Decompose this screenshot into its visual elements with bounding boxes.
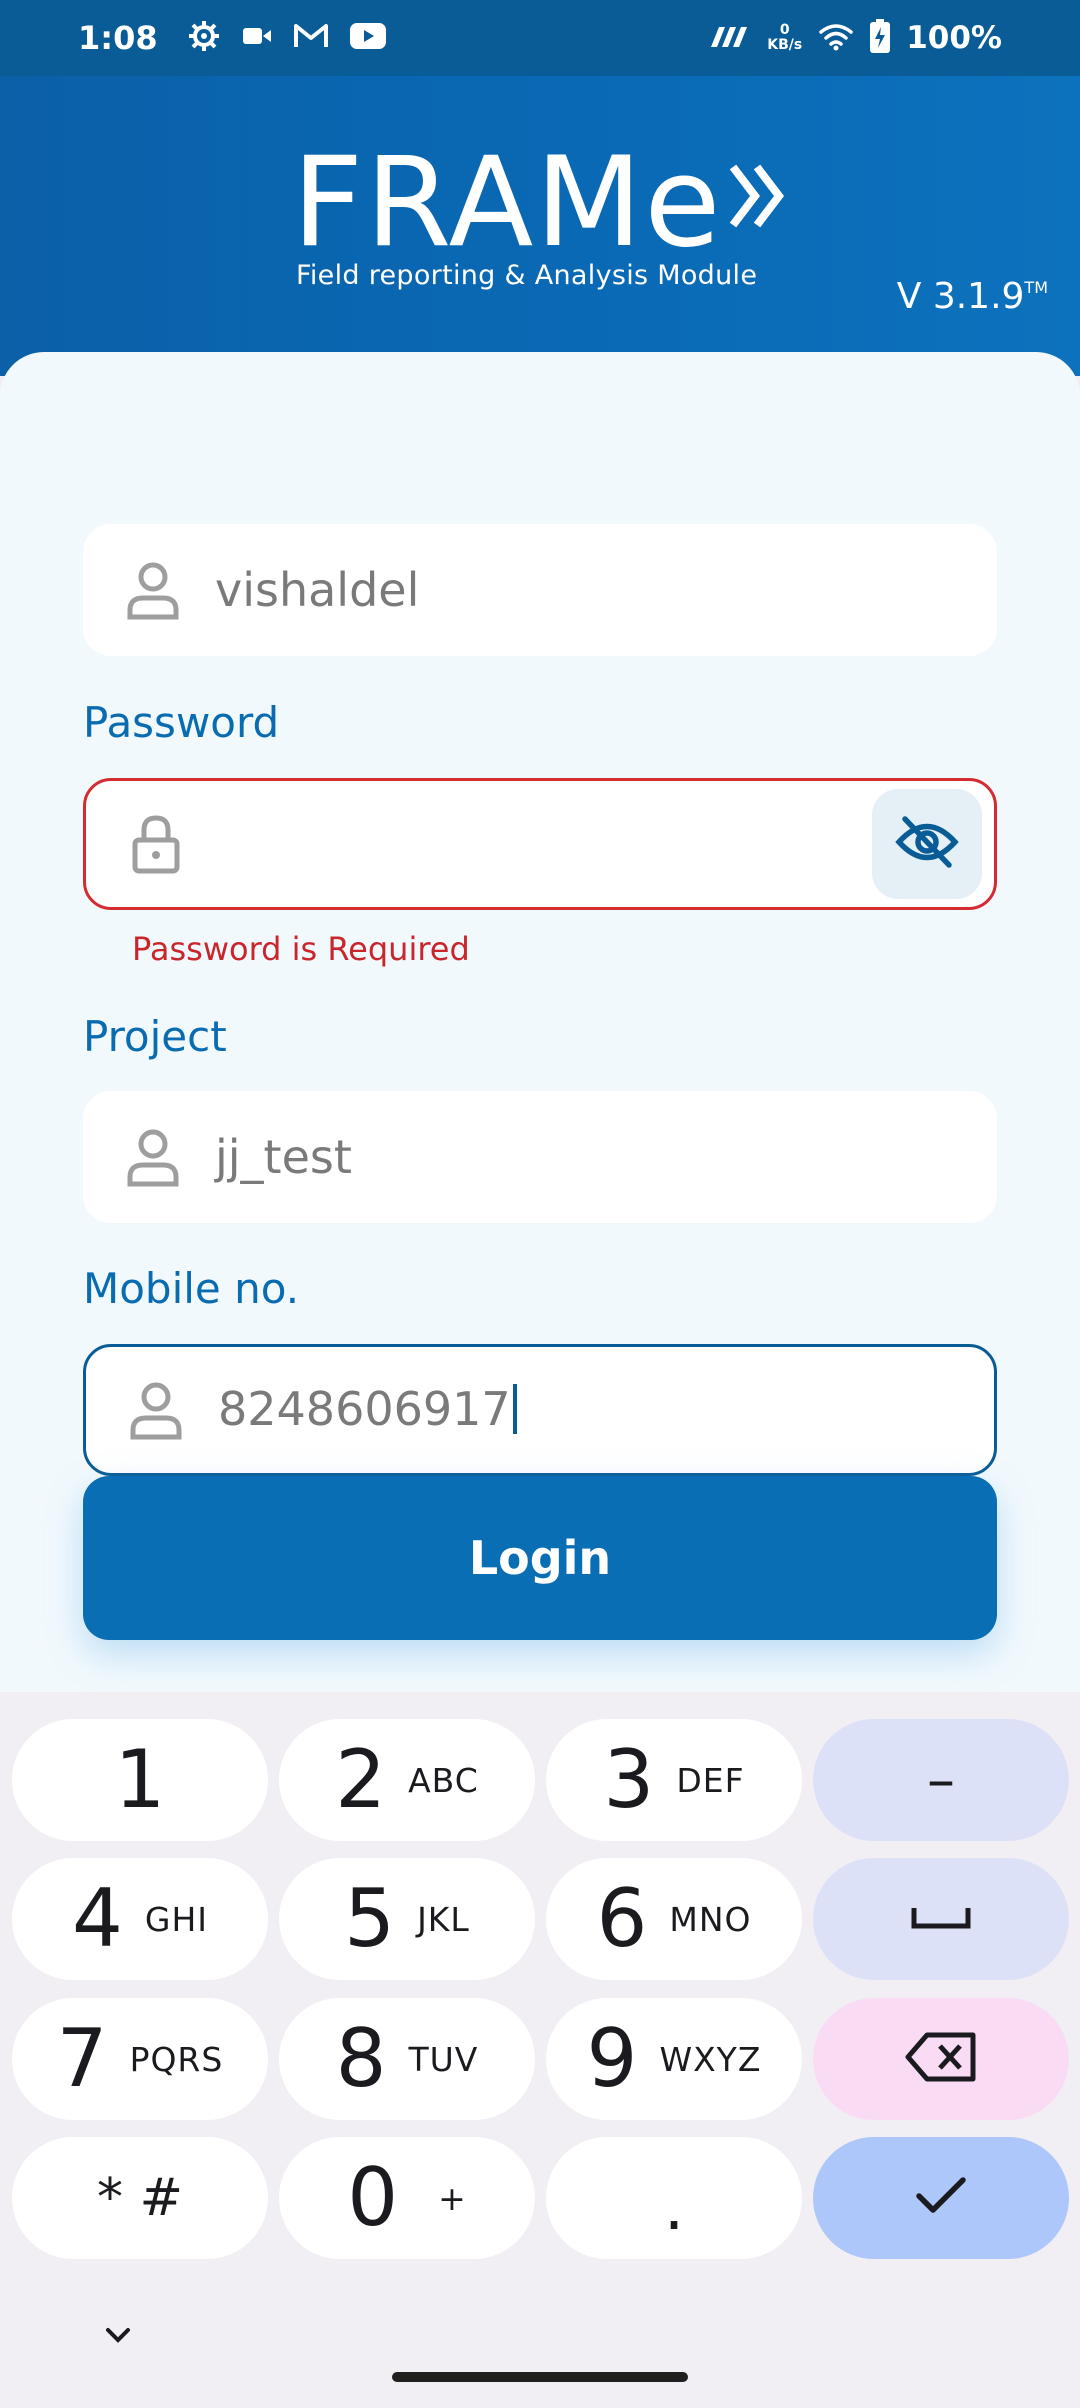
key-6[interactable]: 6 MNO [546,1858,802,1980]
key-digit: 0 [347,2151,399,2244]
mobile-value: 8248606917 [218,1382,517,1438]
key-letters: GHI [144,1899,209,1939]
chevron-down-icon[interactable] [96,2322,140,2354]
key-done[interactable] [813,2137,1069,2259]
battery-percent: 100% [906,20,1002,56]
mobile-label: Mobile no. [83,1264,300,1313]
key-letters: JKL [417,1899,470,1939]
network-speed-unit: KB/s [767,37,803,53]
checkmark-icon [915,2176,967,2220]
key-letters: TUV [408,2039,479,2079]
app-version: V 3.1.9TM [897,276,1048,317]
key-digit: 4 [71,1872,123,1965]
key-digit: 7 [56,2012,108,2105]
key-backspace[interactable] [813,1998,1069,2120]
dash-symbol: – [927,1747,955,1813]
mobile-text: 8248606917 [218,1382,511,1437]
backspace-icon [905,2031,977,2087]
login-button[interactable]: Login [83,1476,997,1640]
toggle-password-visibility-button[interactable] [872,789,982,899]
key-0[interactable]: 0 + [279,2137,535,2259]
network-speed: 0 KB/s [767,23,802,53]
key-letters: WXYZ [659,2039,762,2079]
key-digit: 8 [335,2012,387,2105]
key-digit: 9 [586,2012,638,2105]
key-letters: DEF [676,1760,745,1800]
key-digit: 5 [344,1872,396,1965]
key-period[interactable]: . [546,2137,802,2259]
key-digit: 6 [596,1872,648,1965]
status-time: 1:08 [78,19,158,57]
double-chevron-icon [727,134,789,244]
frame-logo: FRAMe Field reporting & Analysis Module [292,131,812,291]
key-digit: 1 [114,1733,166,1826]
logo-tagline: Field reporting & Analysis Module [296,260,758,291]
key-letters: PQRS [129,2039,224,2079]
key-dash[interactable]: – [813,1719,1069,1841]
key-4[interactable]: 4 GHI [12,1858,268,1980]
system-icons: 0 KB/s 100% [707,19,1002,57]
key-digit: 3 [603,1733,655,1826]
key-7[interactable]: 7 PQRS [12,1998,268,2120]
video-icon [242,24,272,52]
key-digit: . [663,2171,685,2245]
user-icon [121,558,185,622]
space-icon [911,1905,971,1933]
text-cursor [512,1383,517,1434]
mobile-field[interactable]: 8248606917 [83,1344,997,1476]
app-header: FRAMe Field reporting & Analysis Module … [0,76,1080,376]
status-bar: 1:08 0 KB/s 100% [0,0,1080,76]
project-field[interactable]: jj_test [83,1091,997,1223]
battery-charging-icon [870,19,891,57]
youtube-icon [349,23,386,53]
key-3[interactable]: 3 DEF [546,1719,802,1841]
gesture-nav-bar[interactable] [392,2372,688,2382]
project-value: jj_test [215,1130,352,1184]
user-icon [124,1378,188,1442]
trademark-mark: TM [1024,278,1048,297]
username-value: vishaldel [215,563,420,617]
key-space[interactable] [813,1858,1069,1980]
username-field[interactable]: vishaldel [83,524,997,656]
version-number: V 3.1.9 [896,276,1025,317]
key-9[interactable]: 9 WXYZ [546,1998,802,2120]
wifi-icon [818,21,854,55]
signal-icon [707,25,751,51]
key-5[interactable]: 5 JKL [279,1858,535,1980]
network-speed-value: 0 [779,22,790,38]
gmail-icon [293,23,328,53]
project-label: Project [83,1012,227,1061]
eye-off-icon [895,815,959,873]
key-letters: + [438,2178,467,2218]
key-letters: MNO [669,1899,752,1939]
lock-icon [124,812,188,876]
key-8[interactable]: 8 TUV [279,1998,535,2120]
key-2[interactable]: 2 ABC [279,1719,535,1841]
settings-icon [188,20,220,56]
password-label: Password [83,698,280,747]
user-icon [121,1125,185,1189]
key-star-hash[interactable]: * # [12,2137,268,2259]
key-digit: 2 [335,1733,387,1826]
notification-icons [188,20,386,56]
key-digit: * # [96,2168,184,2228]
logo-text: FRAMe [292,131,723,275]
password-error-message: Password is Required [132,930,470,968]
app-root: 1:08 0 KB/s 100% FRAMe Field reporting &… [0,0,1080,2408]
key-1[interactable]: 1 [12,1719,268,1841]
password-field[interactable] [83,778,997,910]
key-letters: ABC [408,1760,479,1800]
